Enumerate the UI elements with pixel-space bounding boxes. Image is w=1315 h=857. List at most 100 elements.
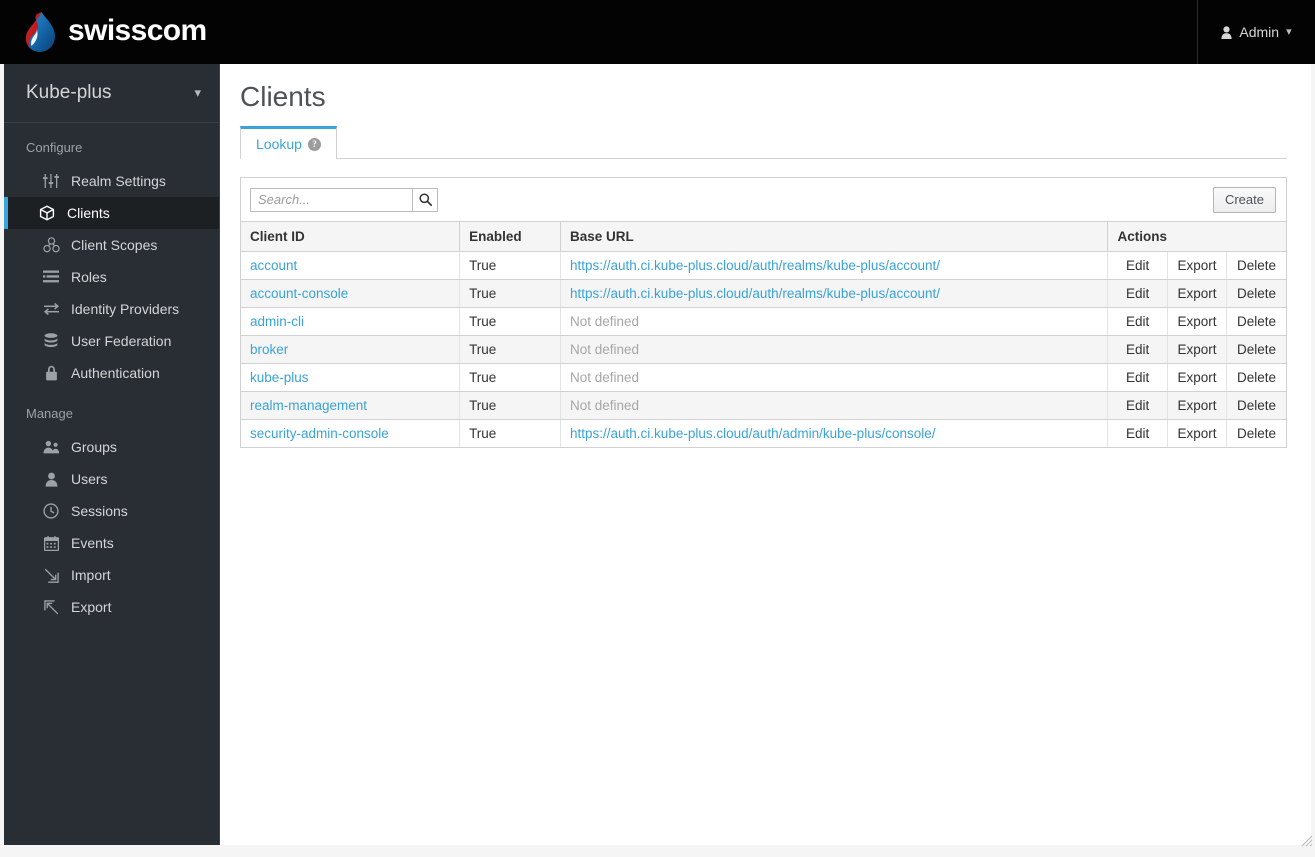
user-icon — [42, 470, 60, 488]
export-button[interactable]: Export — [1167, 363, 1228, 392]
sidebar-item-groups[interactable]: Groups — [4, 431, 219, 463]
resize-grip-icon[interactable] — [1299, 833, 1313, 847]
sidebar-item-authentication[interactable]: Authentication — [4, 357, 219, 389]
cell-client-id: account-console — [241, 279, 461, 308]
base-url-link[interactable]: https://auth.ci.kube-plus.cloud/auth/adm… — [570, 426, 935, 441]
cell-base-url: Not defined — [560, 363, 1109, 392]
sidebar-item-label: Clients — [67, 205, 110, 221]
client-id-link[interactable]: realm-management — [250, 398, 367, 413]
sidebar-item-label: Authentication — [71, 365, 160, 381]
table-row: broker True Not defined Edit Export Delete — [241, 335, 1286, 364]
sidebar-item-user-federation[interactable]: User Federation — [4, 325, 219, 357]
user-icon — [1221, 25, 1232, 39]
cube-icon — [38, 204, 56, 222]
edit-button[interactable]: Edit — [1107, 251, 1168, 280]
arrow-out-of-box-icon — [42, 598, 60, 616]
sidebar-item-users[interactable]: Users — [4, 463, 219, 495]
sidebar-item-export[interactable]: Export — [4, 591, 219, 623]
edit-button[interactable]: Edit — [1107, 307, 1168, 336]
brand[interactable]: swisscom — [22, 10, 207, 54]
table-row: realm-management True Not defined Edit Expor… — [241, 391, 1286, 420]
nav-group-title-manage: Manage — [26, 406, 73, 421]
base-url-link[interactable]: https://auth.ci.kube-plus.cloud/auth/rea… — [570, 286, 940, 301]
cell-enabled: True — [459, 391, 562, 420]
cell-enabled: True — [459, 419, 562, 447]
delete-button[interactable]: Delete — [1226, 251, 1286, 280]
table-row: admin-cli True Not defined Edit Export Delete — [241, 307, 1286, 336]
cell-base-url: Not defined — [560, 307, 1109, 336]
cell-client-id: kube-plus — [241, 363, 461, 392]
sidebar-item-label: Client Scopes — [71, 237, 158, 253]
export-button[interactable]: Export — [1167, 419, 1228, 447]
edit-button[interactable]: Edit — [1107, 419, 1168, 447]
sidebar-item-identity-providers[interactable]: Identity Providers — [4, 293, 219, 325]
cell-base-url: https://auth.ci.kube-plus.cloud/auth/rea… — [560, 279, 1109, 308]
client-id-link[interactable]: account-console — [250, 286, 348, 301]
delete-button[interactable]: Delete — [1226, 307, 1286, 336]
search-input[interactable] — [250, 187, 412, 212]
question-circle-icon[interactable]: ? — [307, 137, 321, 151]
export-button[interactable]: Export — [1167, 251, 1228, 280]
edit-button[interactable]: Edit — [1107, 363, 1168, 392]
cell-client-id: realm-management — [241, 391, 461, 420]
tab-lookup-label: Lookup — [256, 136, 302, 152]
sidebar-item-roles[interactable]: Roles — [4, 261, 219, 293]
client-id-link[interactable]: security-admin-console — [250, 426, 389, 441]
column-header-enabled: Enabled — [459, 222, 562, 252]
client-id-link[interactable]: broker — [250, 342, 288, 357]
delete-button[interactable]: Delete — [1226, 279, 1286, 308]
realm-name: Kube-plus — [26, 82, 112, 103]
sidebar-item-label: Sessions — [71, 503, 128, 519]
search-button[interactable] — [412, 187, 438, 212]
arrow-into-box-icon — [42, 566, 60, 584]
sidebar-item-client-scopes[interactable]: Client Scopes — [4, 229, 219, 261]
nav-group-title-configure: Configure — [26, 140, 83, 155]
sidebar-item-label: Realm Settings — [71, 173, 166, 189]
cell-enabled: True — [459, 279, 562, 308]
sidebar-item-realm-settings[interactable]: Realm Settings — [4, 165, 219, 197]
sidebar-item-sessions[interactable]: Sessions — [4, 495, 219, 527]
cell-base-url: https://auth.ci.kube-plus.cloud/auth/adm… — [560, 419, 1109, 447]
search-group — [250, 187, 438, 212]
client-id-link[interactable]: admin-cli — [250, 314, 304, 329]
cell-enabled: True — [459, 251, 562, 280]
realm-selector[interactable]: Kube-plus ▾ — [4, 64, 219, 123]
edit-button[interactable]: Edit — [1107, 335, 1168, 364]
tab-lookup[interactable]: Lookup ? — [240, 126, 337, 159]
cell-client-id: account — [241, 251, 461, 280]
delete-button[interactable]: Delete — [1226, 363, 1286, 392]
sidebar-item-clients[interactable]: Clients — [4, 197, 219, 229]
chevron-down-icon: ▾ — [1286, 25, 1292, 38]
clock-icon — [42, 502, 60, 520]
edit-button[interactable]: Edit — [1107, 279, 1168, 308]
sidebar-item-label: Users — [71, 471, 108, 487]
sidebar-item-label: Groups — [71, 439, 117, 455]
user-menu[interactable]: Admin ▾ — [1197, 0, 1315, 64]
client-id-link[interactable]: kube-plus — [250, 370, 309, 385]
sidebar-item-label: Identity Providers — [71, 301, 180, 317]
cell-enabled: True — [459, 307, 562, 336]
cell-client-id: broker — [241, 335, 461, 364]
chevron-down-icon: ▾ — [194, 85, 201, 100]
create-button[interactable]: Create — [1212, 186, 1276, 213]
delete-button[interactable]: Delete — [1227, 420, 1286, 448]
clients-table: Client ID Enabled Base URL Actions accou… — [241, 222, 1286, 447]
sidebar-item-label: Export — [71, 599, 112, 615]
sidebar-item-events[interactable]: Events — [4, 527, 219, 559]
export-button[interactable]: Export — [1167, 307, 1228, 336]
sidebar-item-label: Roles — [71, 269, 107, 285]
edit-button[interactable]: Edit — [1107, 391, 1168, 420]
search-icon — [418, 193, 432, 206]
export-button[interactable]: Export — [1167, 391, 1228, 420]
export-button[interactable]: Export — [1167, 335, 1228, 364]
cell-base-url: https://auth.ci.kube-plus.cloud/auth/rea… — [560, 251, 1109, 280]
base-url-link[interactable]: https://auth.ci.kube-plus.cloud/auth/rea… — [570, 258, 940, 273]
delete-button[interactable]: Delete — [1226, 335, 1286, 364]
client-id-link[interactable]: account — [250, 258, 297, 273]
delete-button[interactable]: Delete — [1226, 391, 1286, 420]
export-button[interactable]: Export — [1167, 279, 1228, 308]
sidebar-item-import[interactable]: Import — [4, 559, 219, 591]
table-row: security-admin-console True https://auth.c… — [241, 419, 1286, 448]
sidebar: Kube-plus ▾ Configure Realm Settings Clien… — [4, 64, 220, 845]
sidebar-item-label: Import — [71, 567, 111, 583]
